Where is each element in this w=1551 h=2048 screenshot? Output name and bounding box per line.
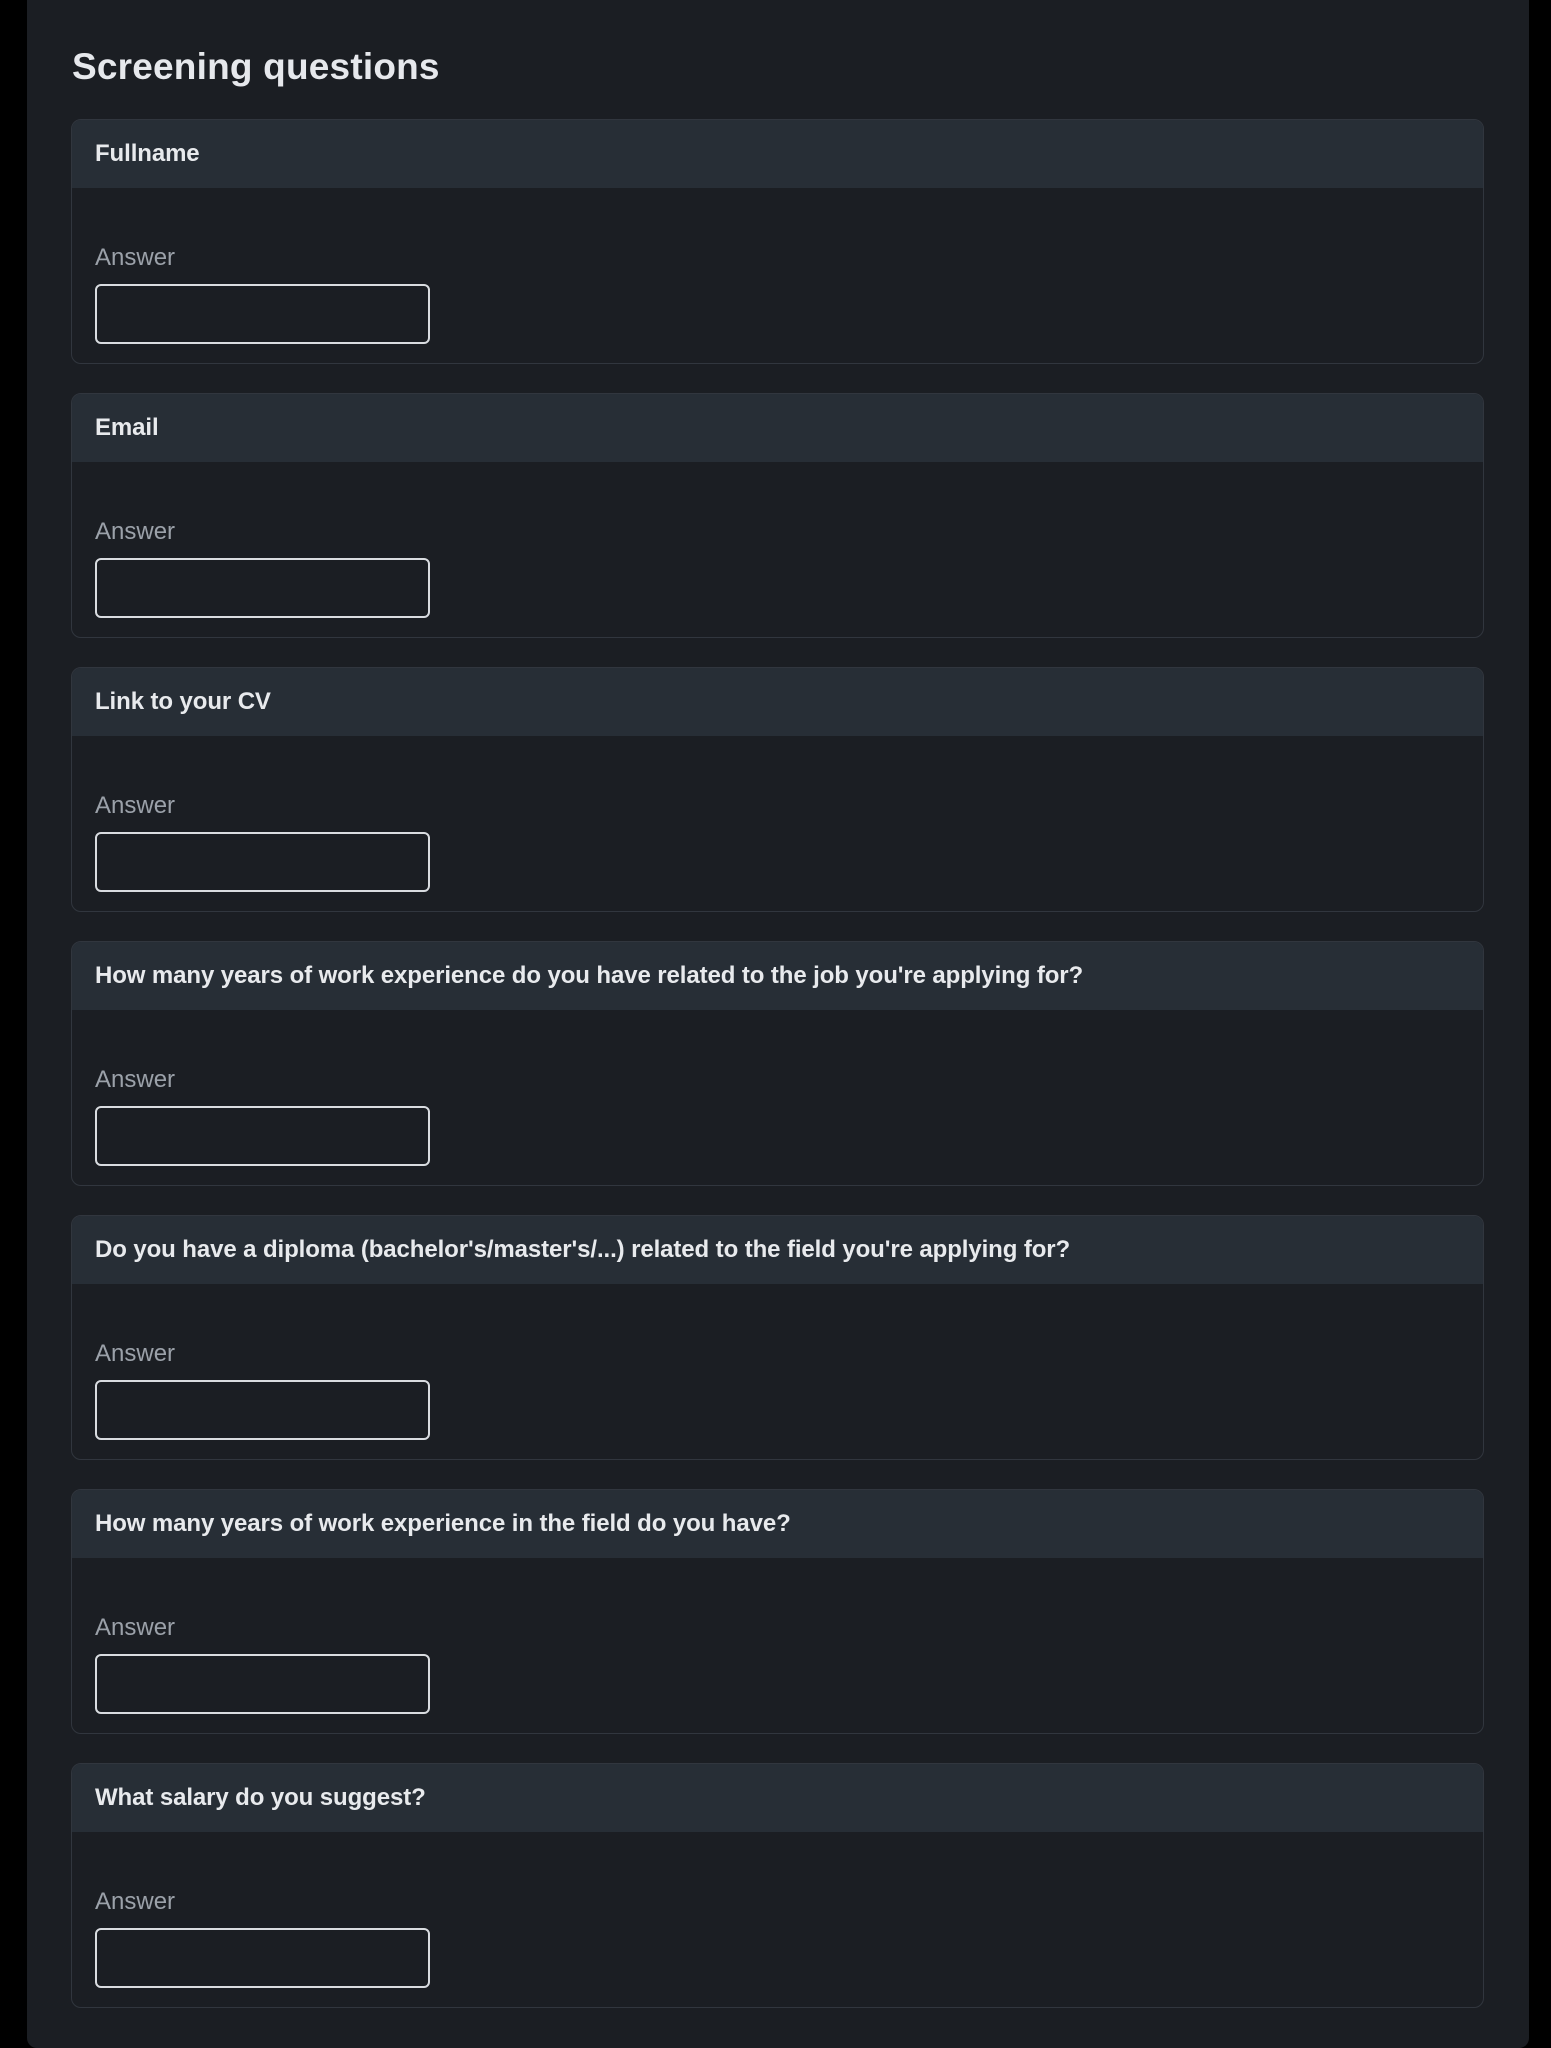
question-label: Fullname: [95, 140, 200, 167]
question-header: Fullname: [72, 120, 1483, 188]
question-header: What salary do you suggest?: [72, 1764, 1483, 1832]
question-label: Do you have a diploma (bachelor's/master…: [95, 1236, 1071, 1263]
question-label: What salary do you suggest?: [95, 1784, 426, 1811]
question-card-salary: What salary do you suggest? Answer: [71, 1763, 1484, 2008]
question-header: How many years of work experience in the…: [72, 1490, 1483, 1558]
salary-answer-input[interactable]: [95, 1928, 430, 1988]
cv-link-answer-input[interactable]: [95, 832, 430, 892]
answer-label: Answer: [95, 1340, 176, 1367]
question-header: Do you have a diploma (bachelor's/master…: [72, 1216, 1483, 1284]
question-header: How many years of work experience do you…: [72, 942, 1483, 1010]
question-header: Email: [72, 394, 1483, 462]
question-card-email: Email Answer: [71, 393, 1484, 638]
question-label: How many years of work experience in the…: [95, 1510, 791, 1537]
diploma-answer-input[interactable]: [95, 1380, 430, 1440]
answer-label: Answer: [95, 518, 176, 545]
section-title: Screening questions: [72, 46, 440, 87]
answer-label: Answer: [95, 244, 176, 271]
answer-label: Answer: [95, 792, 176, 819]
fullname-answer-input[interactable]: [95, 284, 430, 344]
question-card-fullname: Fullname Answer: [71, 119, 1484, 364]
job-experience-answer-input[interactable]: [95, 1106, 430, 1166]
question-label: Link to your CV: [95, 688, 271, 715]
email-answer-input[interactable]: [95, 558, 430, 618]
answer-label: Answer: [95, 1066, 176, 1093]
questions-list: Fullname Answer Email Answer Link to you…: [71, 119, 1484, 2037]
field-experience-answer-input[interactable]: [95, 1654, 430, 1714]
question-header: Link to your CV: [72, 668, 1483, 736]
question-card-cv-link: Link to your CV Answer: [71, 667, 1484, 912]
question-card-diploma: Do you have a diploma (bachelor's/master…: [71, 1215, 1484, 1460]
question-label: Email: [95, 414, 159, 441]
question-card-job-experience: How many years of work experience do you…: [71, 941, 1484, 1186]
question-card-field-experience: How many years of work experience in the…: [71, 1489, 1484, 1734]
answer-label: Answer: [95, 1614, 176, 1641]
answer-label: Answer: [95, 1888, 176, 1915]
question-label: How many years of work experience do you…: [95, 962, 1084, 989]
